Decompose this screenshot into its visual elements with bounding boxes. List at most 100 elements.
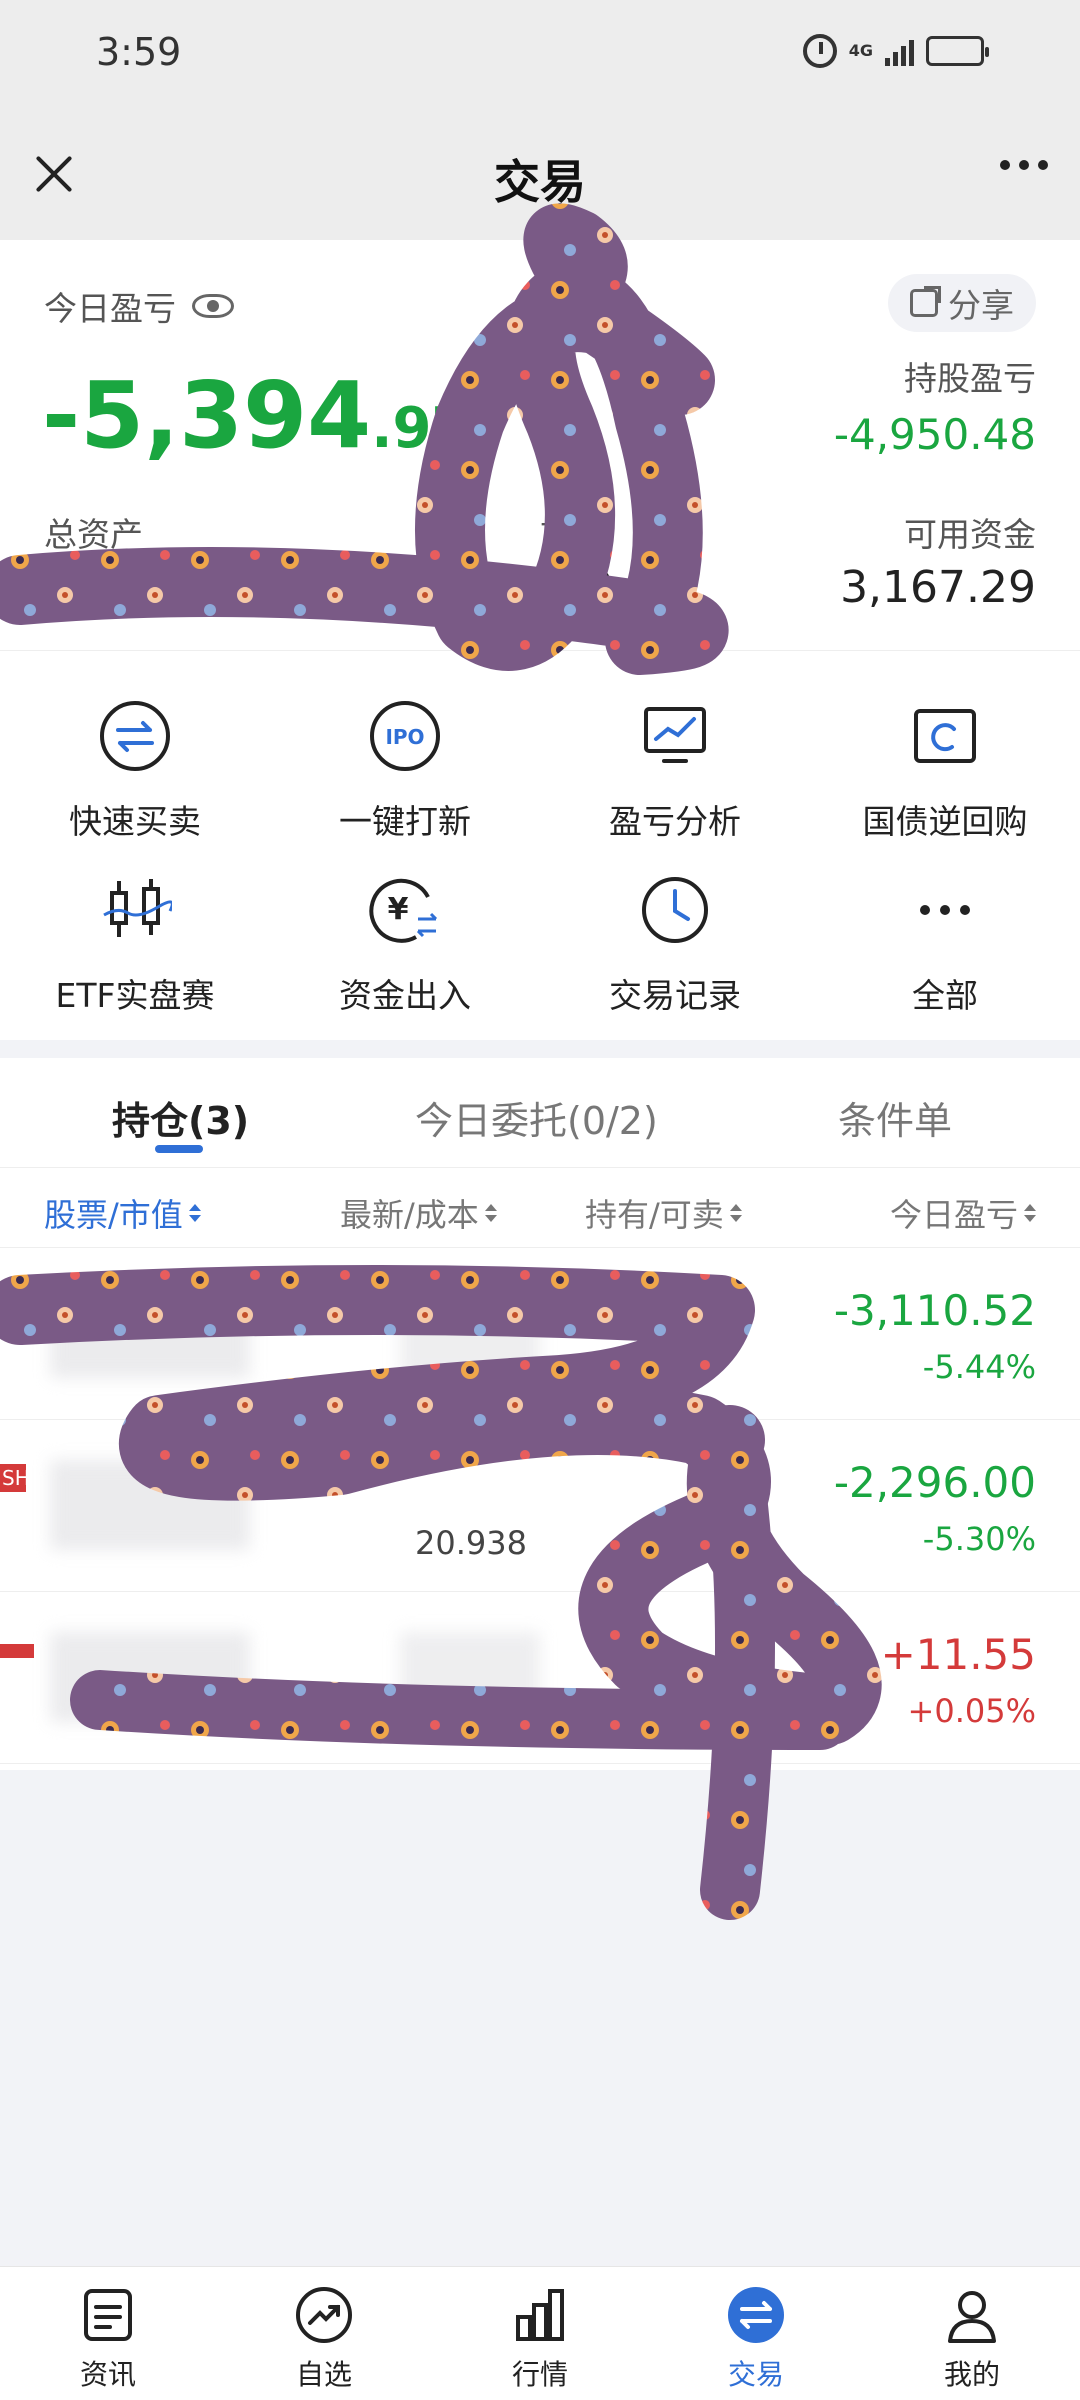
bottom-nav-label: 行情 <box>511 2358 568 2391</box>
quick-action-etf-contest[interactable]: ETF实盘赛 <box>0 873 270 1017</box>
swap-icon <box>98 699 172 773</box>
bottom-nav-profile[interactable]: 我的 <box>864 2285 1080 2393</box>
market-tag: SH <box>0 1292 26 1320</box>
quick-action-trade-history[interactable]: 交易记录 <box>540 873 810 1017</box>
more-icon <box>908 873 982 947</box>
more-options-icon[interactable] <box>1000 160 1048 170</box>
tab-positions[interactable]: 持仓(3) <box>112 1090 249 1145</box>
column-header-price[interactable]: 最新/成本 <box>340 1190 497 1236</box>
quick-action-label: 全部 <box>912 976 978 1015</box>
tab-today-orders[interactable]: 今日委托(0/2) <box>415 1090 658 1145</box>
column-header-label: 持有/可卖 <box>585 1196 724 1234</box>
candlestick-icon <box>98 873 174 947</box>
quick-action-funds-transfer[interactable]: ¥ 资金出入 <box>270 873 540 1017</box>
row-today-pct: -5.30% <box>922 1520 1036 1558</box>
today-pl-value: -5,394.97 <box>42 362 470 469</box>
available-funds-value: 3,167.29 <box>840 562 1036 613</box>
quick-actions-grid: 快速买卖 IPO 一键打新 盈亏分析 国债逆回购 ETF实盘赛 ¥ 资金出入 交… <box>0 650 1080 1040</box>
share-button[interactable]: 分享 <box>888 274 1036 332</box>
row-today-pl: -2,296.00 <box>833 1458 1036 1507</box>
table-row[interactable]: SH -3,110.52 -5.44% <box>0 1248 1080 1420</box>
tab-conditional-orders[interactable]: 条件单 <box>838 1090 952 1145</box>
eye-icon[interactable] <box>192 294 234 318</box>
today-pl-label: 今日盈亏 <box>44 289 176 328</box>
bottom-nav: 资讯 自选 行情 交易 我的 <box>0 2266 1080 2400</box>
table-row[interactable]: SH 20.938 -2,296.00 -5.30% <box>0 1420 1080 1592</box>
holdings-tabs: 持仓(3) 今日委托(0/2) 条件单 <box>0 1058 1080 1168</box>
quick-action-label: 资金出入 <box>339 976 471 1015</box>
available-funds-label: 可用资金 <box>904 515 1036 554</box>
sort-icon <box>1024 1204 1036 1222</box>
tab-indicator <box>155 1145 203 1153</box>
quick-action-label: 盈亏分析 <box>609 802 741 841</box>
quick-action-all[interactable]: 全部 <box>810 873 1080 1017</box>
battery-icon <box>926 36 989 66</box>
bottom-nav-market[interactable]: 行情 <box>432 2285 648 2393</box>
row-today-pct: -5.44% <box>922 1348 1036 1386</box>
trade-icon <box>726 2285 786 2345</box>
row-cost: 20.938 <box>415 1524 527 1562</box>
today-pl-integer: -5,394 <box>42 362 372 469</box>
bottom-nav-trade[interactable]: 交易 <box>648 2285 864 2393</box>
market-value-value: 0.00 <box>520 562 614 611</box>
redacted-stock-name <box>50 1632 250 1722</box>
quick-action-label: 一键打新 <box>339 802 471 841</box>
market-tag <box>0 1644 34 1658</box>
bottom-nav-label: 我的 <box>943 2358 1000 2391</box>
status-icons: 4G <box>802 34 989 68</box>
bottom-nav-label: 资讯 <box>79 2358 136 2391</box>
account-summary: 今日盈亏 分享 -5,394.97 持股盈亏 -4,950.48 总资产 市值 … <box>0 240 1080 650</box>
column-header-label: 股票/市值 <box>44 1196 183 1234</box>
redacted-stock-name <box>50 1288 250 1378</box>
holdings-panel: 持仓(3) 今日委托(0/2) 条件单 股票/市值 最新/成本 持有/可卖 今日… <box>0 1058 1080 1770</box>
page-title: 交易 <box>494 155 586 209</box>
network-label: 4G <box>848 41 873 60</box>
sort-icon <box>484 1204 497 1222</box>
bottom-nav-label: 交易 <box>727 2358 784 2391</box>
quick-action-fast-trade[interactable]: 快速买卖 <box>0 699 270 843</box>
row-today-pl: -3,110.52 <box>833 1286 1036 1335</box>
share-label: 分享 <box>948 286 1014 325</box>
trend-icon <box>294 2285 354 2345</box>
nav-bar: 交易 <box>0 110 1080 240</box>
repo-icon <box>908 699 982 773</box>
clock-icon <box>638 873 712 947</box>
alarm-icon <box>802 34 837 68</box>
quick-action-ipo[interactable]: IPO 一键打新 <box>270 699 540 843</box>
row-today-pl: +11.55 <box>880 1630 1036 1679</box>
bottom-nav-news[interactable]: 资讯 <box>0 2285 216 2393</box>
column-header-today-pl[interactable]: 今日盈亏 <box>890 1190 1036 1236</box>
hold-pl-label: 持股盈亏 <box>904 359 1036 398</box>
news-icon <box>78 2285 138 2345</box>
table-row[interactable]: +11.55 +0.05% <box>0 1592 1080 1764</box>
quick-action-label: 交易记录 <box>609 976 741 1015</box>
yen-icon-text: ¥ <box>388 892 409 927</box>
status-time: 3:59 <box>96 30 182 74</box>
status-bar: 3:59 4G <box>0 0 1080 110</box>
yen-transfer-icon: ¥ <box>368 873 442 947</box>
signal-icon <box>885 36 914 66</box>
today-pl-decimal: .97 <box>371 396 471 461</box>
bottom-nav-watchlist[interactable]: 自选 <box>216 2285 432 2393</box>
total-assets-label: 总资产 <box>44 515 143 554</box>
quick-action-bond-repo[interactable]: 国债逆回购 <box>810 699 1080 843</box>
market-value-label: 市值 <box>540 515 606 554</box>
ipo-icon-text: IPO <box>385 725 424 749</box>
column-header-label: 最新/成本 <box>340 1196 479 1234</box>
quick-action-pl-analysis[interactable]: 盈亏分析 <box>540 699 810 843</box>
sort-icon <box>188 1204 201 1222</box>
market-tag: SH <box>0 1464 26 1492</box>
ipo-icon: IPO <box>368 699 442 773</box>
today-pl-label-group: 今日盈亏 <box>44 282 234 330</box>
hold-pl-value: -4,950.48 <box>833 410 1036 459</box>
redacted-price <box>400 1288 540 1378</box>
holdings-column-headers: 股票/市值 最新/成本 持有/可卖 今日盈亏 <box>0 1168 1080 1248</box>
redacted-stock-name <box>50 1460 250 1550</box>
quick-action-label: ETF实盘赛 <box>55 976 215 1015</box>
bar-chart-icon <box>510 2285 570 2345</box>
column-header-stock[interactable]: 股票/市值 <box>44 1190 201 1236</box>
sort-icon <box>729 1204 742 1222</box>
quick-action-label: 国债逆回购 <box>862 802 1028 841</box>
column-header-holdings[interactable]: 持有/可卖 <box>585 1190 742 1236</box>
share-icon <box>910 286 941 317</box>
